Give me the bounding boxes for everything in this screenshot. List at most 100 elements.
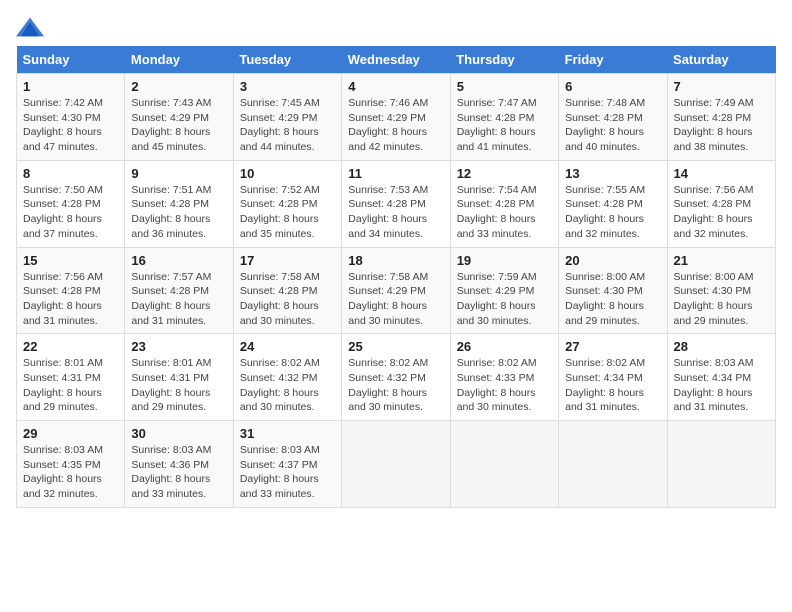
- day-detail: Sunrise: 8:02 AMSunset: 4:34 PMDaylight:…: [565, 356, 660, 415]
- day-number: 8: [23, 166, 118, 181]
- day-detail: Sunrise: 7:55 AMSunset: 4:28 PMDaylight:…: [565, 183, 660, 242]
- day-detail: Sunrise: 7:54 AMSunset: 4:28 PMDaylight:…: [457, 183, 552, 242]
- day-detail: Sunrise: 7:42 AMSunset: 4:30 PMDaylight:…: [23, 96, 118, 155]
- day-detail: Sunrise: 8:03 AMSunset: 4:34 PMDaylight:…: [674, 356, 769, 415]
- day-number: 11: [348, 166, 443, 181]
- calendar-cell: 3Sunrise: 7:45 AMSunset: 4:29 PMDaylight…: [233, 74, 341, 161]
- day-number: 31: [240, 426, 335, 441]
- day-number: 18: [348, 253, 443, 268]
- day-number: 15: [23, 253, 118, 268]
- calendar-cell: 8 Sunrise: 7:50 AMSunset: 4:28 PMDaylight…: [17, 160, 125, 247]
- day-detail: Sunrise: 7:56 AMSunset: 4:28 PMDaylight:…: [674, 183, 769, 242]
- day-detail: Sunrise: 7:46 AMSunset: 4:29 PMDaylight:…: [348, 96, 443, 155]
- weekday-header-saturday: Saturday: [667, 46, 775, 74]
- day-detail: Sunrise: 7:47 AMSunset: 4:28 PMDaylight:…: [457, 96, 552, 155]
- day-number: 23: [131, 339, 226, 354]
- calendar-cell: 1 Sunrise: 7:42 AMSunset: 4:30 PMDaylight…: [17, 74, 125, 161]
- day-detail: Sunrise: 7:58 AMSunset: 4:28 PMDaylight:…: [240, 270, 335, 329]
- day-detail: Sunrise: 7:59 AMSunset: 4:29 PMDaylight:…: [457, 270, 552, 329]
- calendar-cell: 19 Sunrise: 7:59 AMSunset: 4:29 PMDayligh…: [450, 247, 558, 334]
- calendar-cell: 25Sunrise: 8:02 AMSunset: 4:32 PMDayligh…: [342, 334, 450, 421]
- calendar-cell: 31 Sunrise: 8:03 AMSunset: 4:37 PMDayligh…: [233, 421, 341, 508]
- day-detail: Sunrise: 8:02 AMSunset: 4:33 PMDaylight:…: [457, 356, 552, 415]
- calendar-cell: 22Sunrise: 8:01 AMSunset: 4:31 PMDayligh…: [17, 334, 125, 421]
- calendar-cell: [667, 421, 775, 508]
- week-row-2: 8 Sunrise: 7:50 AMSunset: 4:28 PMDaylight…: [17, 160, 776, 247]
- calendar-cell: 18Sunrise: 7:58 AMSunset: 4:29 PMDayligh…: [342, 247, 450, 334]
- day-number: 6: [565, 79, 660, 94]
- calendar-cell: 5 Sunrise: 7:47 AMSunset: 4:28 PMDaylight…: [450, 74, 558, 161]
- calendar-cell: 9 Sunrise: 7:51 AMSunset: 4:28 PMDaylight…: [125, 160, 233, 247]
- day-number: 25: [348, 339, 443, 354]
- day-detail: Sunrise: 8:03 AMSunset: 4:36 PMDaylight:…: [131, 443, 226, 502]
- day-number: 16: [131, 253, 226, 268]
- calendar-cell: 30 Sunrise: 8:03 AMSunset: 4:36 PMDayligh…: [125, 421, 233, 508]
- calendar-cell: 7Sunrise: 7:49 AMSunset: 4:28 PMDaylight…: [667, 74, 775, 161]
- calendar-cell: 15Sunrise: 7:56 AMSunset: 4:28 PMDayligh…: [17, 247, 125, 334]
- calendar-body: 1 Sunrise: 7:42 AMSunset: 4:30 PMDaylight…: [17, 74, 776, 508]
- calendar-cell: 12 Sunrise: 7:54 AMSunset: 4:28 PMDayligh…: [450, 160, 558, 247]
- day-detail: Sunrise: 7:45 AMSunset: 4:29 PMDaylight:…: [240, 96, 335, 155]
- day-detail: Sunrise: 8:03 AMSunset: 4:35 PMDaylight:…: [23, 443, 118, 502]
- calendar-cell: 10 Sunrise: 7:52 AMSunset: 4:28 PMDayligh…: [233, 160, 341, 247]
- logo-icon: [16, 16, 44, 38]
- day-number: 14: [674, 166, 769, 181]
- day-number: 4: [348, 79, 443, 94]
- weekday-header-wednesday: Wednesday: [342, 46, 450, 74]
- weekday-header-tuesday: Tuesday: [233, 46, 341, 74]
- week-row-1: 1 Sunrise: 7:42 AMSunset: 4:30 PMDaylight…: [17, 74, 776, 161]
- day-number: 17: [240, 253, 335, 268]
- day-detail: Sunrise: 7:53 AMSunset: 4:28 PMDaylight:…: [348, 183, 443, 242]
- calendar-cell: 26Sunrise: 8:02 AMSunset: 4:33 PMDayligh…: [450, 334, 558, 421]
- calendar-cell: 17 Sunrise: 7:58 AMSunset: 4:28 PMDayligh…: [233, 247, 341, 334]
- day-detail: Sunrise: 8:00 AMSunset: 4:30 PMDaylight:…: [565, 270, 660, 329]
- day-detail: Sunrise: 7:51 AMSunset: 4:28 PMDaylight:…: [131, 183, 226, 242]
- calendar-cell: 21 Sunrise: 8:00 AMSunset: 4:30 PMDayligh…: [667, 247, 775, 334]
- weekday-header-monday: Monday: [125, 46, 233, 74]
- day-detail: Sunrise: 7:50 AMSunset: 4:28 PMDaylight:…: [23, 183, 118, 242]
- calendar-cell: 2 Sunrise: 7:43 AMSunset: 4:29 PMDaylight…: [125, 74, 233, 161]
- calendar-cell: 4 Sunrise: 7:46 AMSunset: 4:29 PMDaylight…: [342, 74, 450, 161]
- day-detail: Sunrise: 8:03 AMSunset: 4:37 PMDaylight:…: [240, 443, 335, 502]
- day-number: 5: [457, 79, 552, 94]
- day-number: 13: [565, 166, 660, 181]
- calendar-cell: 28 Sunrise: 8:03 AMSunset: 4:34 PMDayligh…: [667, 334, 775, 421]
- calendar-header: SundayMondayTuesdayWednesdayThursdayFrid…: [17, 46, 776, 74]
- calendar-cell: 13 Sunrise: 7:55 AMSunset: 4:28 PMDayligh…: [559, 160, 667, 247]
- day-number: 29: [23, 426, 118, 441]
- day-number: 20: [565, 253, 660, 268]
- calendar-table: SundayMondayTuesdayWednesdayThursdayFrid…: [16, 46, 776, 508]
- calendar-cell: 20 Sunrise: 8:00 AMSunset: 4:30 PMDayligh…: [559, 247, 667, 334]
- day-detail: Sunrise: 7:48 AMSunset: 4:28 PMDaylight:…: [565, 96, 660, 155]
- day-number: 30: [131, 426, 226, 441]
- day-number: 21: [674, 253, 769, 268]
- day-number: 12: [457, 166, 552, 181]
- day-detail: Sunrise: 8:01 AMSunset: 4:31 PMDaylight:…: [131, 356, 226, 415]
- day-number: 10: [240, 166, 335, 181]
- calendar-cell: 24Sunrise: 8:02 AMSunset: 4:32 PMDayligh…: [233, 334, 341, 421]
- calendar-cell: 6 Sunrise: 7:48 AMSunset: 4:28 PMDaylight…: [559, 74, 667, 161]
- day-detail: Sunrise: 7:52 AMSunset: 4:28 PMDaylight:…: [240, 183, 335, 242]
- day-number: 28: [674, 339, 769, 354]
- week-row-5: 29 Sunrise: 8:03 AMSunset: 4:35 PMDayligh…: [17, 421, 776, 508]
- calendar-cell: 11 Sunrise: 7:53 AMSunset: 4:28 PMDayligh…: [342, 160, 450, 247]
- day-number: 27: [565, 339, 660, 354]
- day-detail: Sunrise: 7:43 AMSunset: 4:29 PMDaylight:…: [131, 96, 226, 155]
- week-row-3: 15Sunrise: 7:56 AMSunset: 4:28 PMDayligh…: [17, 247, 776, 334]
- calendar-cell: [342, 421, 450, 508]
- day-number: 1: [23, 79, 118, 94]
- day-number: 2: [131, 79, 226, 94]
- weekday-header-thursday: Thursday: [450, 46, 558, 74]
- day-detail: Sunrise: 8:00 AMSunset: 4:30 PMDaylight:…: [674, 270, 769, 329]
- day-number: 22: [23, 339, 118, 354]
- weekday-header-friday: Friday: [559, 46, 667, 74]
- day-detail: Sunrise: 7:57 AMSunset: 4:28 PMDaylight:…: [131, 270, 226, 329]
- logo: [16, 16, 48, 38]
- day-number: 9: [131, 166, 226, 181]
- header-row: SundayMondayTuesdayWednesdayThursdayFrid…: [17, 46, 776, 74]
- calendar-cell: [450, 421, 558, 508]
- calendar-cell: 29 Sunrise: 8:03 AMSunset: 4:35 PMDayligh…: [17, 421, 125, 508]
- day-number: 19: [457, 253, 552, 268]
- week-row-4: 22 Sunrise: 8:01 AMSunset: 4:31 PMDayligh…: [17, 334, 776, 421]
- calendar-cell: 23 Sunrise: 8:01 AMSunset: 4:31 PMDayligh…: [125, 334, 233, 421]
